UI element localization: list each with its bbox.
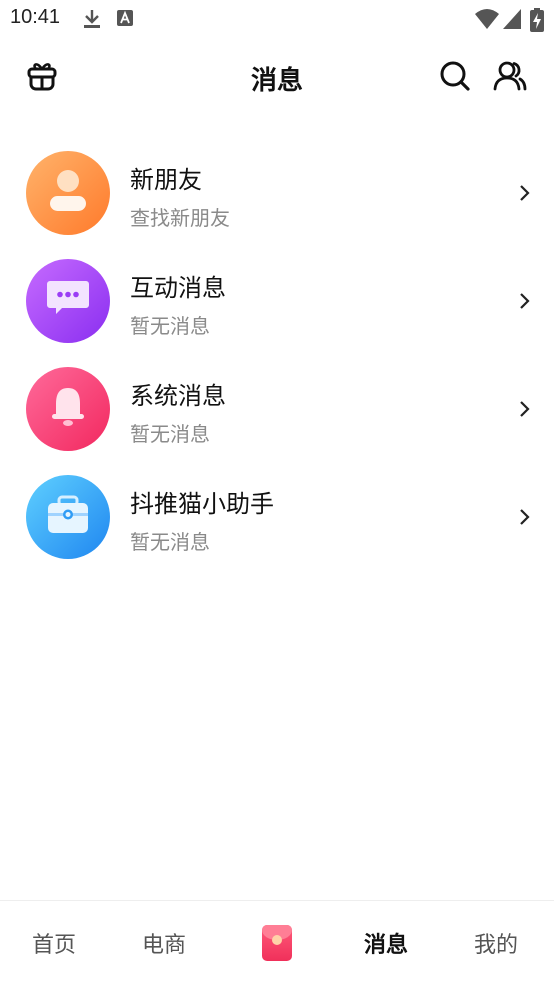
system-messages-avatar (26, 367, 110, 451)
wifi-icon (474, 8, 500, 34)
new-friends-avatar (26, 151, 110, 235)
list-item-title: 互动消息 (130, 274, 226, 302)
contacts-icon (493, 60, 527, 96)
search-icon (439, 60, 471, 96)
status-time: 10:41 (10, 6, 61, 28)
bell-icon (50, 386, 86, 432)
briefcase-icon (46, 495, 90, 539)
tab-ecommerce[interactable]: 电商 (142, 927, 186, 959)
chevron-right-icon (516, 506, 532, 528)
list-item-title: 新朋友 (130, 166, 202, 194)
bottom-tab-bar: 首页 电商 消息 我的 (0, 900, 554, 984)
search-button[interactable] (435, 58, 475, 98)
header: 消息 (0, 40, 554, 114)
chevron-right-icon (516, 182, 532, 204)
list-item-title: 抖推猫小助手 (130, 490, 274, 518)
tab-messages[interactable]: 消息 (364, 927, 408, 959)
list-item-title: 系统消息 (130, 382, 226, 410)
text-a-icon (116, 8, 134, 32)
list-item-interactive-messages[interactable]: 互动消息 暂无消息 (0, 248, 554, 356)
status-bar: 10:41 (0, 0, 554, 40)
list-item-subtitle: 暂无消息 (130, 530, 210, 554)
tab-me[interactable]: 我的 (474, 927, 518, 959)
message-list: 新朋友 查找新朋友 互动消息 暂无消息 系统消息 暂无消息 抖推猫小助手 暂无消… (0, 140, 554, 572)
chevron-right-icon (516, 398, 532, 420)
list-item-subtitle: 暂无消息 (130, 314, 210, 338)
contacts-button[interactable] (490, 58, 530, 98)
download-icon (82, 8, 102, 34)
tab-home[interactable]: 首页 (32, 927, 76, 959)
list-item-subtitle: 查找新朋友 (130, 206, 230, 230)
assistant-avatar (26, 475, 110, 559)
list-item-new-friends[interactable]: 新朋友 查找新朋友 (0, 140, 554, 248)
person-icon (48, 169, 88, 217)
battery-charging-icon (530, 8, 544, 36)
interactive-messages-avatar (26, 259, 110, 343)
signal-icon (502, 8, 522, 34)
list-item-subtitle: 暂无消息 (130, 422, 210, 446)
list-item-system-messages[interactable]: 系统消息 暂无消息 (0, 356, 554, 464)
list-item-assistant[interactable]: 抖推猫小助手 暂无消息 (0, 464, 554, 572)
chat-bubble-icon (46, 279, 90, 323)
red-packet-button[interactable] (262, 925, 292, 961)
chevron-right-icon (516, 290, 532, 312)
